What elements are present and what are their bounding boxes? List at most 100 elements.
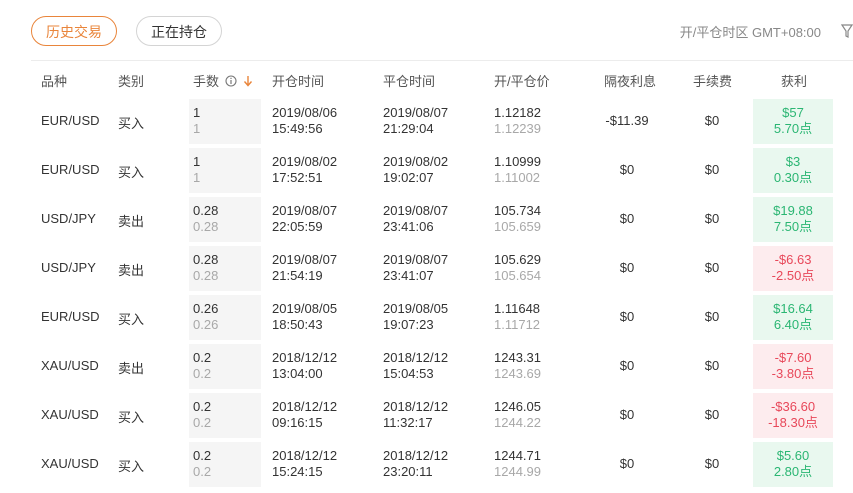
tab-open-positions[interactable]: 正在持仓	[136, 16, 222, 46]
symbol-cell: USD/JPY	[41, 260, 96, 275]
open-time-cell: 2019/08/06 15:49:56	[272, 105, 337, 137]
close-price: 1.12239	[494, 121, 541, 136]
open-date: 2019/08/07	[272, 203, 338, 218]
open-price: 1246.05	[494, 399, 541, 414]
lots-value: 0.28	[193, 252, 219, 267]
trade-history-table: 品种 类别 手数 开仓时间 平仓时间 开/平仓价 隔夜利息 手续费 获利 EUR…	[31, 60, 853, 489]
profit-points: -3.80点	[771, 366, 815, 381]
table-header: 品种 类别 手数 开仓时间 平仓时间 开/平仓价 隔夜利息 手续费 获利	[31, 60, 853, 97]
info-icon[interactable]	[225, 75, 237, 87]
fee-cell: $0	[704, 113, 720, 128]
symbol-cell: USD/JPY	[41, 211, 96, 226]
header-type: 类别	[118, 74, 145, 89]
lots-closed-value: 0.2	[193, 415, 212, 430]
open-time-cell: 2018/12/12 09:16:15	[272, 399, 337, 431]
close-date: 2019/08/07	[383, 105, 449, 120]
open-clock: 17:52:51	[272, 170, 323, 185]
close-clock: 19:07:23	[383, 317, 434, 332]
fee-cell: $0	[704, 211, 720, 226]
profit-amount: $16.64	[773, 301, 813, 316]
close-clock: 23:41:07	[383, 268, 434, 283]
close-time-cell: 2019/08/05 19:07:23	[383, 301, 448, 333]
table-row[interactable]: USD/JPY 卖出 0.28 0.28 2019/08/07 22:05:59 2019/…	[31, 195, 853, 244]
open-clock: 15:49:56	[272, 121, 323, 136]
table-row[interactable]: EUR/USD 买入 1 1 2019/08/06 15:49:56 2019/08/07 2…	[31, 97, 853, 146]
close-date: 2018/12/12	[383, 399, 449, 414]
table-row[interactable]: XAU/USD 卖出 0.2 0.2 2018/12/12 13:04:00 2018/12…	[31, 342, 853, 391]
lots-cell: 0.26 0.26	[193, 301, 218, 333]
profit-cell: -$36.60 -18.30点	[753, 399, 833, 431]
header-lots[interactable]: 手数	[193, 71, 253, 90]
open-price: 1.11648	[494, 301, 541, 316]
profit-amount: -$7.60	[774, 350, 812, 365]
open-date: 2019/08/02	[272, 154, 338, 169]
lots-cell: 11	[193, 105, 200, 137]
close-date: 2019/08/07	[383, 203, 449, 218]
close-price: 1243.69	[494, 366, 541, 381]
lots-closed-value: 0.28	[193, 268, 219, 283]
profit-points: 5.70点	[773, 121, 813, 136]
lots-cell: 0.2 0.2	[193, 350, 211, 382]
profit-cell: $3 0.30点	[753, 154, 833, 186]
funnel-icon[interactable]	[841, 24, 853, 38]
sort-down-arrow-icon[interactable]	[243, 75, 253, 87]
symbol-cell: EUR/USD	[41, 113, 100, 128]
lots-value: 0.28	[193, 203, 219, 218]
price-cell: 1.12182 1.12239	[494, 105, 541, 137]
lots-cell: 0.2 0.2	[193, 448, 211, 480]
type-cell: 卖出	[118, 214, 145, 229]
price-cell: 105.629 105.654	[494, 252, 541, 284]
fee-cell: $0	[704, 358, 720, 373]
swap-cell: $0	[619, 407, 635, 422]
close-time-cell: 2019/08/07 23:41:07	[383, 252, 448, 284]
open-clock: 21:54:19	[272, 268, 323, 283]
table-row[interactable]: USD/JPY 卖出 0.28 0.28 2019/08/07 21:54:19 2019/…	[31, 244, 853, 293]
lots-value: 0.2	[193, 399, 212, 414]
close-price: 1.11002	[494, 170, 541, 185]
swap-cell: $0	[619, 260, 635, 275]
price-cell: 1.10999 1.11002	[494, 154, 541, 186]
price-cell: 1.11648 1.11712	[494, 301, 540, 333]
close-price: 1244.22	[494, 415, 541, 430]
open-price: 1243.31	[494, 350, 541, 365]
fee-cell: $0	[704, 407, 720, 422]
profit-cell: -$7.60 -3.80点	[753, 350, 833, 382]
lots-cell: 0.28 0.28	[193, 203, 218, 235]
header-open-time: 开仓时间	[272, 74, 325, 89]
close-clock: 23:41:06	[383, 219, 434, 234]
profit-cell: $16.64 6.40点	[753, 301, 833, 333]
type-cell: 买入	[118, 410, 145, 425]
timezone-label: 开/平仓时区 GMT+08:00	[679, 25, 821, 40]
profit-points: 0.30点	[773, 170, 813, 185]
symbol-cell: XAU/USD	[41, 358, 99, 373]
close-date: 2018/12/12	[383, 350, 449, 365]
table-row[interactable]: EUR/USD 买入 1 1 2019/08/02 17:52:51 2019/08/02 1…	[31, 146, 853, 195]
open-time-cell: 2019/08/07 22:05:59	[272, 203, 337, 235]
close-time-cell: 2019/08/07 21:29:04	[383, 105, 448, 137]
open-clock: 18:50:43	[272, 317, 323, 332]
close-time-cell: 2018/12/12 23:20:11	[383, 448, 448, 480]
tab-history[interactable]: 历史交易	[31, 16, 117, 46]
symbol-cell: EUR/USD	[41, 162, 100, 177]
top-bar: 历史交易 正在持仓 开/平仓时区 GMT+08:00	[0, 0, 853, 60]
close-price: 105.659	[494, 219, 541, 234]
price-cell: 1244.71 1244.99	[494, 448, 541, 480]
open-clock: 22:05:59	[272, 219, 323, 234]
open-clock: 13:04:00	[272, 366, 323, 381]
lots-value: 1	[193, 154, 201, 169]
swap-cell: $0	[619, 211, 635, 226]
open-price: 105.629	[494, 252, 541, 267]
table-row[interactable]: XAU/USD 买入 0.2 0.2 2018/12/12 15:24:15 2018/12…	[31, 440, 853, 489]
close-clock: 19:02:07	[383, 170, 434, 185]
swap-cell: $0	[619, 456, 635, 471]
open-price: 1244.71	[494, 448, 541, 463]
price-cell: 1246.05 1244.22	[494, 399, 541, 431]
open-time-cell: 2019/08/07 21:54:19	[272, 252, 337, 284]
table-row[interactable]: XAU/USD 买入 0.2 0.2 2018/12/12 09:16:15 2018/12…	[31, 391, 853, 440]
table-row[interactable]: EUR/USD 买入 0.26 0.26 2019/08/05 18:50:43 2019/…	[31, 293, 853, 342]
close-price: 1.11712	[494, 317, 541, 332]
open-date: 2019/08/05	[272, 301, 338, 316]
close-clock: 21:29:04	[383, 121, 434, 136]
symbol-cell: XAU/USD	[41, 407, 99, 422]
close-time-cell: 2019/08/07 23:41:06	[383, 203, 448, 235]
